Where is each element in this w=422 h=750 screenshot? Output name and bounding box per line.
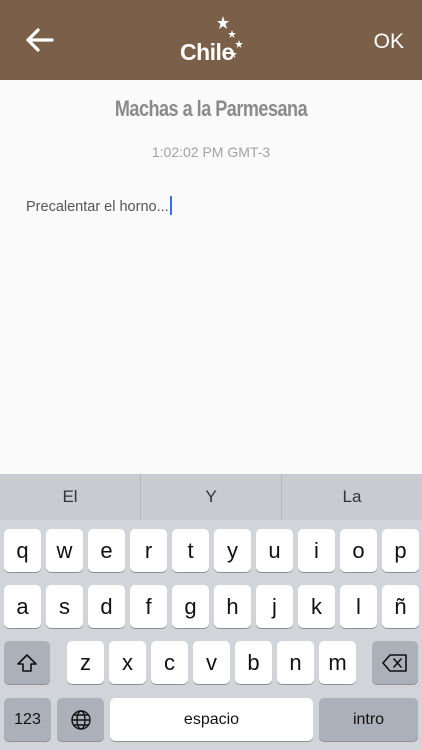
- key-q[interactable]: q: [4, 529, 41, 572]
- key-m[interactable]: m: [319, 641, 356, 684]
- shift-key[interactable]: [4, 641, 50, 684]
- note-editor: Machas a la Parmesana 1:02:02 PM GMT-3 P…: [0, 80, 422, 474]
- key-f[interactable]: f: [130, 585, 167, 628]
- key-v[interactable]: v: [193, 641, 230, 684]
- note-body-input[interactable]: Precalentar el horno...: [26, 196, 172, 215]
- key-e[interactable]: e: [88, 529, 125, 572]
- ok-button[interactable]: OK: [374, 30, 404, 54]
- return-key[interactable]: intro: [319, 698, 418, 741]
- text-caret: [169, 196, 172, 215]
- backspace-key[interactable]: [372, 641, 418, 684]
- suggestion-3[interactable]: La: [281, 474, 422, 520]
- key-w[interactable]: w: [46, 529, 83, 572]
- key-y[interactable]: y: [214, 529, 251, 572]
- backspace-icon: [382, 653, 407, 672]
- key-a[interactable]: a: [4, 585, 41, 628]
- key-h[interactable]: h: [214, 585, 251, 628]
- key-n[interactable]: n: [277, 641, 314, 684]
- suggestion-1[interactable]: El: [0, 474, 140, 520]
- key-b[interactable]: b: [235, 641, 272, 684]
- note-timestamp: 1:02:02 PM GMT-3: [151, 144, 271, 160]
- key-k[interactable]: k: [298, 585, 335, 628]
- key-u[interactable]: u: [256, 529, 293, 572]
- key-z[interactable]: z: [67, 641, 104, 684]
- key-c[interactable]: c: [151, 641, 188, 684]
- suggestion-bar: El Y La: [0, 474, 422, 520]
- key-r[interactable]: r: [130, 529, 167, 572]
- key-d[interactable]: d: [88, 585, 125, 628]
- shift-icon: [17, 653, 37, 672]
- key-j[interactable]: j: [256, 585, 293, 628]
- numbers-key[interactable]: 123: [4, 698, 51, 741]
- note-body-text: Precalentar el horno...: [26, 199, 169, 215]
- keyboard: El Y La q w e r t y u i o p a s d f g h …: [0, 474, 422, 750]
- globe-key[interactable]: [57, 698, 104, 741]
- key-g[interactable]: g: [172, 585, 209, 628]
- key-s[interactable]: s: [46, 585, 83, 628]
- logo-text: Chile: [180, 39, 234, 65]
- suggestion-2[interactable]: Y: [140, 474, 281, 520]
- back-button[interactable]: [24, 26, 56, 54]
- chile-logo: Chile: [176, 16, 248, 66]
- app-header: Chile OK: [0, 0, 422, 80]
- key-l[interactable]: l: [340, 585, 377, 628]
- arrow-left-icon: [26, 28, 54, 52]
- key-p[interactable]: p: [382, 529, 419, 572]
- key-o[interactable]: o: [340, 529, 377, 572]
- key-t[interactable]: t: [172, 529, 209, 572]
- space-key[interactable]: espacio: [110, 698, 313, 741]
- key-i[interactable]: i: [298, 529, 335, 572]
- globe-icon: [70, 709, 91, 730]
- note-title: Machas a la Parmesana: [114, 96, 308, 121]
- key-x[interactable]: x: [109, 641, 146, 684]
- key-n-tilde[interactable]: ñ: [382, 585, 419, 628]
